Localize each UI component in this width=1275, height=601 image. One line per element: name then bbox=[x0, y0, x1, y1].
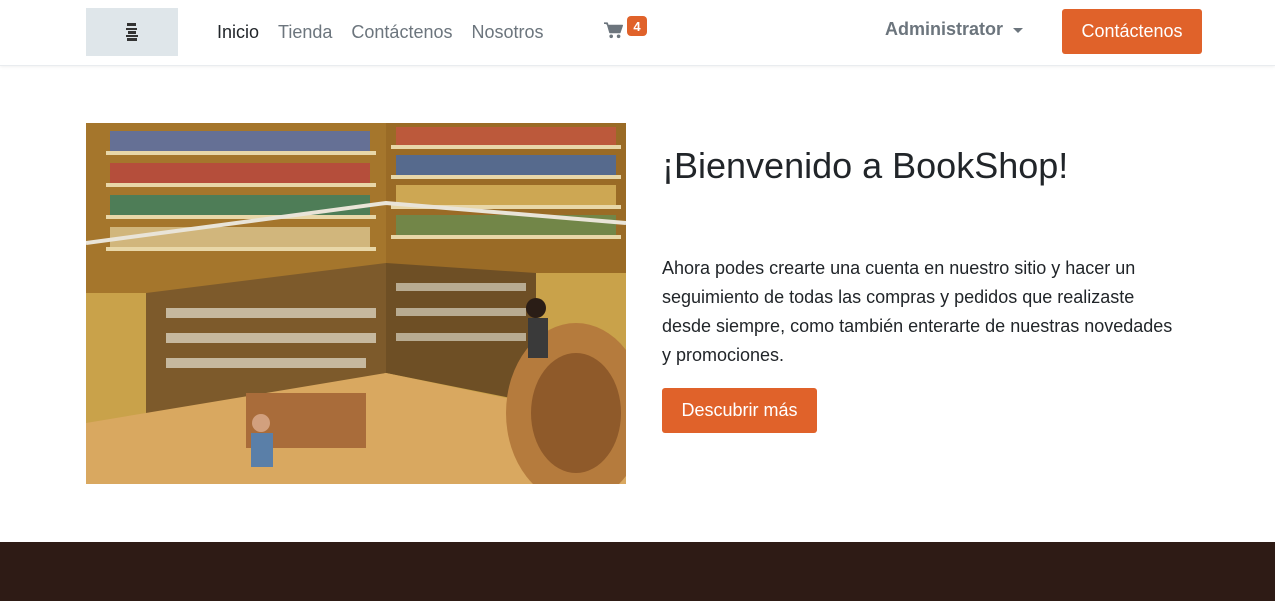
nav-tienda[interactable]: Tienda bbox=[278, 22, 332, 43]
shopping-cart-icon bbox=[604, 22, 623, 39]
user-menu-dropdown[interactable]: Administrator bbox=[885, 19, 1024, 40]
footer bbox=[0, 542, 1275, 601]
cart-link[interactable]: 4 bbox=[604, 16, 650, 48]
header-contact-button[interactable]: Contáctenos bbox=[1062, 9, 1202, 54]
main-nav: Inicio Tienda Contáctenos Nosotros bbox=[217, 0, 563, 64]
nav-nosotros[interactable]: Nosotros bbox=[471, 22, 543, 43]
user-name: Administrator bbox=[885, 19, 1004, 39]
nav-contactenos[interactable]: Contáctenos bbox=[351, 22, 452, 43]
site-logo[interactable] bbox=[86, 8, 178, 56]
top-navbar: Inicio Tienda Contáctenos Nosotros 4 Adm… bbox=[0, 0, 1275, 66]
discover-more-button[interactable]: Descubrir más bbox=[662, 388, 817, 433]
hero-description: Ahora podes crearte una cuenta en nuestr… bbox=[662, 258, 1173, 365]
bookshop-logo-icon bbox=[126, 23, 138, 41]
hero-title: ¡Bienvenido a BookShop! bbox=[662, 145, 1069, 186]
nav-inicio[interactable]: Inicio bbox=[217, 22, 259, 43]
cart-count-badge: 4 bbox=[627, 16, 647, 36]
bookstore-illustration bbox=[86, 123, 626, 484]
caret-down-icon bbox=[1013, 28, 1024, 33]
bookstore-interior-photo bbox=[86, 123, 626, 484]
